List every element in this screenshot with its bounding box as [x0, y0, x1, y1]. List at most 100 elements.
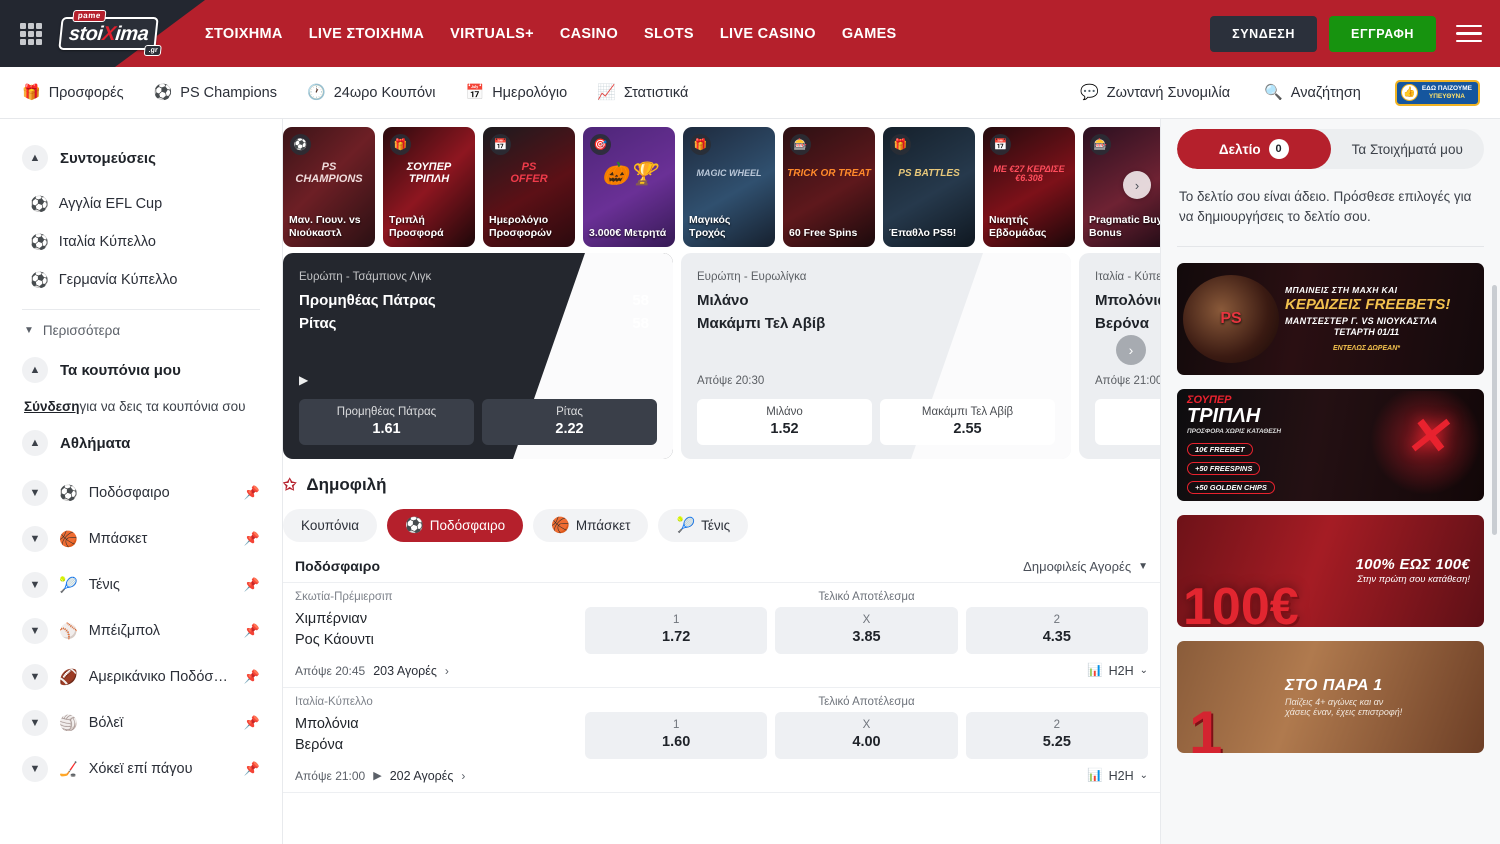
- sidebar-sport-volleyball[interactable]: ▼ 🏐 Βόλεϊ 📌: [22, 700, 260, 746]
- chevron-right-icon[interactable]: ›: [445, 664, 449, 678]
- subnav-item-search[interactable]: 🔍 Αναζήτηση: [1264, 85, 1361, 101]
- sidebar-item-efl-cup[interactable]: ⚽ Αγγλία EFL Cup: [22, 185, 260, 223]
- chevron-right-icon[interactable]: ›: [461, 769, 465, 783]
- event-row-bologna-verona[interactable]: Ιταλία-Κύπελλο Μπολόνια Βερόνα Τελικό Απ…: [283, 687, 1160, 792]
- nav-item-slots[interactable]: SLOTS: [644, 26, 694, 42]
- subnav-item-offers[interactable]: 🎁 Προσφορές: [22, 85, 124, 101]
- tab-my-bets[interactable]: Τα Στοιχήματά μου: [1331, 129, 1485, 169]
- nav-item-games[interactable]: GAMES: [842, 26, 897, 42]
- popular-markets-dropdown[interactable]: Δημοφιλείς Αγορές ▼: [1023, 559, 1148, 574]
- welcome-bonus-banner-text: 100% ΕΩΣ 100€ Στην πρώτη σου κατάθεση!: [1177, 556, 1484, 585]
- odd-button-away[interactable]: Ρίτας 2.22: [482, 399, 657, 445]
- site-logo[interactable]: pame stoiXima .gr: [58, 9, 160, 59]
- sidebar-item-italy-cup[interactable]: ⚽ Ιταλία Κύπελλο: [22, 223, 260, 261]
- match-card-milano-maccabi[interactable]: Ευρώπη - Ευρωλίγκα Μιλάνο Μακάμπι Τελ Αβ…: [681, 253, 1071, 459]
- promo-tile-3000-cash[interactable]: 🎯 🎃🏆 3.000€ Μετρητά: [583, 127, 675, 247]
- pin-icon[interactable]: 📌: [244, 531, 260, 547]
- tab-football[interactable]: ⚽Ποδόσφαιρο: [387, 509, 523, 542]
- nav-item-stoixima[interactable]: ΣΤΟΙΧΗΜΑ: [205, 26, 283, 42]
- chevron-down-icon[interactable]: ▼: [22, 526, 48, 552]
- sidebar-login-link[interactable]: Σύνδεση: [24, 399, 80, 414]
- odd-button-away[interactable]: Μακάμπι Τελ Αβίβ 2.55: [880, 399, 1055, 445]
- ps-champions-banner[interactable]: PS ΜΠΑΙΝΕΙΣ ΣΤΗ ΜΑΧΗ ΚΑΙ ΚΕΡΔΙΖΕΙΣ FREEB…: [1177, 263, 1484, 375]
- promo-tile-60-free-spins[interactable]: 🎰 TRICK OR TREAT 60 Free Spins: [783, 127, 875, 247]
- event-markets-count[interactable]: 202 Αγορές: [390, 769, 454, 783]
- sidebar-section-coupons-header[interactable]: ▲ Τα κουπόνια μου: [22, 357, 260, 383]
- login-button[interactable]: ΣΥΝΔΕΣΗ: [1210, 16, 1317, 52]
- live-stream-icon[interactable]: ▶: [299, 373, 657, 387]
- sidebar-sport-tennis[interactable]: ▼ 🎾 Τένις 📌: [22, 562, 260, 608]
- chevron-down-icon[interactable]: ▼: [22, 480, 48, 506]
- pin-icon[interactable]: 📌: [244, 577, 260, 593]
- match-odds-row: Προμηθέας Πάτρας 1.61 Ρίτας 2.22: [299, 399, 657, 445]
- match-card-promitheas-ritas[interactable]: Ευρώπη - Τσάμπιονς Λιγκ Προμηθέας Πάτρας…: [283, 253, 673, 459]
- subnav-item-statistics[interactable]: 📈 Στατιστικά: [597, 85, 688, 101]
- event-h2h-toggle[interactable]: 📊 H2H ⌄: [1087, 768, 1148, 783]
- live-stream-icon[interactable]: ▶: [373, 769, 381, 782]
- event-row-hibernian-ross[interactable]: Σκωτία-Πρέμιερσιπ Χιμπέρνιαν Ρος Κάουντι…: [283, 582, 1160, 687]
- subnav-item-calendar[interactable]: 📅 Ημερολόγιο: [466, 85, 568, 101]
- football-section-header: Ποδόσφαιρο Δημοφιλείς Αγορές ▼: [283, 558, 1160, 582]
- subnav-item-ps-champions[interactable]: ⚽ PS Champions: [154, 85, 277, 101]
- right-panel-scrollbar[interactable]: [1492, 285, 1497, 535]
- event-row-partial[interactable]: [283, 792, 1160, 807]
- odd-button-2[interactable]: 2 5.25: [966, 712, 1148, 759]
- responsible-gaming-badge[interactable]: 👍 ΕΔΩ ΠΑΙΖΟΥΜΕ ΥΠΕΥΘΥΝΑ: [1395, 80, 1480, 106]
- promo-tile-offers-calendar[interactable]: 📅 PS OFFER Ημερολόγιο Προσφορών: [483, 127, 575, 247]
- nav-item-virtuals[interactable]: VIRTUALS+: [450, 26, 534, 42]
- tab-basketball[interactable]: 🏀Μπάσκετ: [533, 509, 648, 542]
- register-button[interactable]: ΕΓΓΡΑΦΗ: [1329, 16, 1436, 52]
- sidebar-sport-baseball[interactable]: ▼ ⚾ Μπέιζμπολ 📌: [22, 608, 260, 654]
- sidebar-sport-american-football[interactable]: ▼ 🏈 Αμερικάνικο Ποδόσ… 📌: [22, 654, 260, 700]
- hamburger-menu-icon[interactable]: [1456, 20, 1482, 48]
- nav-item-live-casino[interactable]: LIVE CASINO: [720, 26, 816, 42]
- promo-tile-ps5-prize[interactable]: 🎁 PS BATTLES Έπαθλο PS5!: [883, 127, 975, 247]
- chevron-down-icon[interactable]: ▼: [22, 618, 48, 644]
- matches-carousel-next-button[interactable]: ›: [1116, 335, 1146, 365]
- sidebar-sport-basketball[interactable]: ▼ 🏀 Μπάσκετ 📌: [22, 516, 260, 562]
- tab-tennis[interactable]: 🎾Τένις: [658, 509, 748, 542]
- apps-grid-icon[interactable]: [20, 23, 42, 45]
- sto-para-1-banner[interactable]: 1 ΣΤΟ ΠΑΡΑ 1 Παίζεις 4+ αγώνες και αν χά…: [1177, 641, 1484, 753]
- nav-item-live[interactable]: LIVE ΣΤΟΙΧΗΜΑ: [309, 26, 424, 42]
- odd-button-home[interactable]: Προμηθέας Πάτρας 1.61: [299, 399, 474, 445]
- chevron-down-icon[interactable]: ▼: [22, 710, 48, 736]
- nav-item-casino[interactable]: CASINO: [560, 26, 618, 42]
- featured-matches-carousel: Ευρώπη - Τσάμπιονς Λιγκ Προμηθέας Πάτρας…: [283, 247, 1160, 461]
- odd-button-1[interactable]: 1 1.72: [585, 607, 767, 654]
- chevron-down-icon[interactable]: ▼: [22, 572, 48, 598]
- promo-tile-winner-of-week[interactable]: 📅 ΜΕ €27 ΚΕΡΔΙΣΕ €6.308 Νικητής Εβδομάδα…: [983, 127, 1075, 247]
- sidebar-more-button[interactable]: ▼ Περισσότερα: [22, 314, 260, 347]
- sidebar-sport-ice-hockey[interactable]: ▼ 🏒 Χόκεϊ επί πάγου 📌: [22, 746, 260, 792]
- odd-button-x[interactable]: X 4.00: [775, 712, 957, 759]
- promo-tile-magic-wheel[interactable]: 🎁 MAGIC WHEEL Μαγικός Τροχός: [683, 127, 775, 247]
- pin-icon[interactable]: 📌: [244, 761, 260, 777]
- odd-button-home[interactable]: 1 1.60: [1095, 399, 1160, 445]
- welcome-bonus-banner[interactable]: 100% ΕΩΣ 100€ Στην πρώτη σου κατάθεση! 1…: [1177, 515, 1484, 627]
- chevron-down-icon[interactable]: ▼: [22, 756, 48, 782]
- promo-carousel-next-button[interactable]: ›: [1123, 171, 1151, 199]
- odd-button-x[interactable]: X 3.85: [775, 607, 957, 654]
- subnav-item-24h-coupon[interactable]: 🕐 24ωρο Κουπόνι: [307, 85, 436, 101]
- sidebar-sport-football[interactable]: ▼ ⚽ Ποδόσφαιρο 📌: [22, 470, 260, 516]
- chevron-down-icon[interactable]: ▼: [22, 664, 48, 690]
- tab-label: Τένις: [701, 518, 730, 533]
- event-h2h-toggle[interactable]: 📊 H2H ⌄: [1087, 663, 1148, 678]
- odd-button-home[interactable]: Μιλάνο 1.52: [697, 399, 872, 445]
- pin-icon[interactable]: 📌: [244, 623, 260, 639]
- promo-tile-ps-champions[interactable]: ⚽ PS CHAMPIONS Μαν. Γιουν. vs Νιούκαστλ: [283, 127, 375, 247]
- odd-button-2[interactable]: 2 4.35: [966, 607, 1148, 654]
- pin-icon[interactable]: 📌: [244, 485, 260, 501]
- tab-coupons[interactable]: Κουπόνια: [283, 509, 377, 542]
- pin-icon[interactable]: 📌: [244, 669, 260, 685]
- sidebar-item-germany-cup[interactable]: ⚽ Γερμανία Κύπελλο: [22, 261, 260, 299]
- event-markets-count[interactable]: 203 Αγορές: [373, 664, 437, 678]
- pin-icon[interactable]: 📌: [244, 715, 260, 731]
- subnav-item-live-chat[interactable]: 💬 Ζωντανή Συνομιλία: [1080, 85, 1230, 101]
- tab-betslip[interactable]: Δελτίο 0: [1177, 129, 1331, 169]
- sidebar-section-sports-header[interactable]: ▲ Αθλήματα: [22, 430, 260, 456]
- promo-tile-triple-offer[interactable]: 🎁 ΣΟΥΠΕΡ ΤΡΙΠΛΗ Τριπλή Προσφορά: [383, 127, 475, 247]
- sidebar-section-shortcuts-header[interactable]: ▲ Συντομεύσεις: [22, 145, 260, 171]
- super-tripli-banner[interactable]: ✕ ΣΟΥΠΕΡ ΤΡΙΠΛΗ ΠΡΟΣΦΟΡΑ ΧΩΡΙΣ ΚΑΤΑΘΕΣΗ …: [1177, 389, 1484, 501]
- odd-button-1[interactable]: 1 1.60: [585, 712, 767, 759]
